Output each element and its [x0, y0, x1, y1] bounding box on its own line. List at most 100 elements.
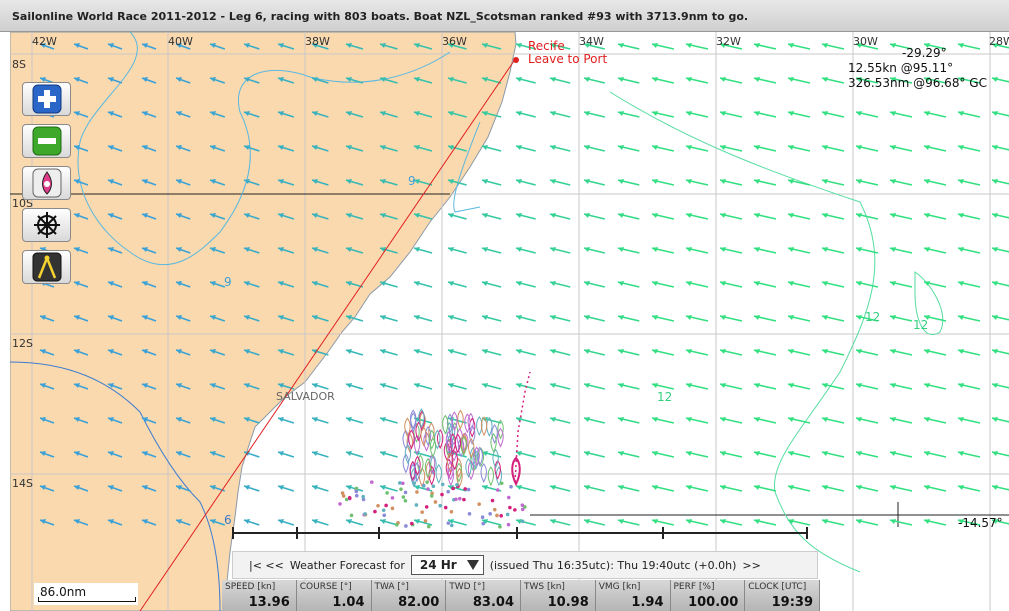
- wind-arrow: [549, 349, 571, 356]
- map-canvas[interactable]: [10, 32, 1009, 611]
- wind-arrow: [753, 43, 777, 50]
- wind-arrow: [379, 417, 398, 424]
- fleet-dot: [520, 519, 525, 524]
- wind-arrow: [685, 383, 709, 390]
- fleet-dot: [446, 521, 451, 525]
- instrument-twa[interactable]: TWA [°] 82.00: [371, 580, 447, 611]
- wind-arrow: [753, 247, 777, 254]
- wind-arrow: [379, 519, 398, 526]
- fleet-dot: [423, 519, 428, 523]
- wind-arrow: [855, 383, 879, 390]
- wind-arrow: [345, 383, 364, 390]
- wind-arrow: [651, 485, 675, 492]
- wind-arrow: [481, 281, 502, 288]
- wind-arrow: [549, 111, 571, 118]
- forecast-back-nav[interactable]: |< <<: [249, 559, 284, 572]
- wind-arrow: [923, 281, 947, 288]
- lon-label-36w: 36W: [442, 35, 467, 48]
- wind-arrow: [651, 43, 675, 50]
- wind-arrow: [549, 247, 571, 254]
- wind-arrow: [923, 519, 947, 526]
- center-boat-button[interactable]: [22, 166, 71, 200]
- wind-arrow: [651, 417, 675, 424]
- instrument-twd: TWD [°] 83.04: [446, 580, 521, 611]
- wind-arrow: [413, 349, 433, 356]
- wind-arrow: [923, 145, 947, 152]
- forecast-forward-nav[interactable]: >>: [742, 559, 760, 572]
- wind-arrow: [685, 349, 709, 356]
- fleet-dot: [513, 508, 517, 512]
- wind-arrow: [821, 451, 845, 458]
- wind-arrow: [685, 43, 709, 50]
- wind-arrow: [617, 247, 640, 254]
- wind-arrow: [583, 213, 605, 220]
- wind-arrow: [753, 179, 777, 186]
- fleet-dot: [451, 486, 455, 491]
- wind-arrow: [583, 179, 605, 186]
- fleet-dot: [349, 513, 354, 518]
- wind-arrow: [617, 213, 640, 220]
- zoom-in-button[interactable]: [22, 82, 71, 116]
- forecast-select[interactable]: 24 Hr: [410, 555, 484, 575]
- wind-arrow: [447, 247, 467, 254]
- fleet-boats[interactable]: [338, 408, 527, 529]
- wind-arrow: [311, 417, 329, 424]
- wind-arrow: [685, 247, 709, 254]
- wind-arrow: [889, 349, 913, 356]
- fleet-dot: [363, 512, 367, 516]
- instrument-clock: CLOCK [UTC] 19:39: [745, 580, 820, 611]
- fleet-dot: [354, 486, 359, 491]
- wind-arrow: [617, 111, 640, 118]
- wind-arrow: [277, 451, 295, 458]
- zoom-out-button[interactable]: [22, 124, 71, 158]
- wind-arrow: [583, 77, 605, 84]
- boat-speed-readout: 12.55kn @95.11°: [848, 61, 954, 75]
- wind-arrow: [991, 349, 1009, 355]
- fleet-dot: [354, 493, 359, 498]
- wind-arrow: [345, 349, 364, 356]
- fleet-dot: [495, 488, 500, 492]
- wind-arrow: [583, 349, 605, 356]
- wind-arrow: [991, 247, 1009, 253]
- wind-arrow: [923, 485, 947, 492]
- wind-arrow: [821, 213, 845, 220]
- fleet-dot: [506, 522, 511, 527]
- wind-arrow: [515, 281, 536, 288]
- wind-arrow: [447, 383, 467, 390]
- place-salvador: SALVADOR: [276, 390, 335, 403]
- wind-arrow: [889, 451, 913, 458]
- measure-button[interactable]: [22, 250, 71, 284]
- wind-arrow: [379, 349, 398, 356]
- timeline-tick: [516, 527, 518, 539]
- fleet-dot: [440, 482, 445, 487]
- steering-button[interactable]: [22, 208, 71, 242]
- wind-arrow: [991, 179, 1009, 185]
- wind-arrow: [821, 349, 845, 356]
- wind-arrow: [821, 111, 845, 118]
- forecast-selected-value: 24 Hr: [419, 558, 457, 572]
- wind-arrow: [345, 519, 364, 526]
- wind-arrow: [481, 145, 502, 152]
- wind-arrow: [991, 383, 1009, 389]
- wind-arrow: [889, 145, 913, 152]
- cursor-lat-readout: -14.57°: [958, 516, 1003, 530]
- wind-arrow: [991, 485, 1009, 491]
- wind-arrow: [651, 519, 675, 526]
- forecast-bar: |< << Weather Forecast for 24 Hr (issued…: [232, 551, 818, 579]
- wind-arrow: [957, 179, 981, 186]
- instrument-perf: PERF [%] 100.00: [670, 580, 746, 611]
- wind-arrow: [515, 417, 536, 424]
- wind-arrow: [889, 519, 913, 526]
- isobar-strong: [609, 91, 876, 573]
- wind-arrow: [753, 519, 777, 526]
- wind-arrow: [481, 179, 502, 186]
- forecast-timeline[interactable]: [232, 527, 808, 539]
- race-map[interactable]: 42W 40W 38W 36W 34W 32W 30W 28W 8S 10S 1…: [10, 32, 1009, 611]
- fleet-dot: [425, 480, 429, 484]
- wind-arrow: [685, 111, 709, 118]
- wind-arrow: [413, 315, 433, 322]
- wind-arrow: [753, 383, 777, 390]
- wind-arrow: [617, 417, 640, 424]
- recife-waypoint[interactable]: [513, 57, 519, 63]
- fleet-dot: [403, 498, 408, 503]
